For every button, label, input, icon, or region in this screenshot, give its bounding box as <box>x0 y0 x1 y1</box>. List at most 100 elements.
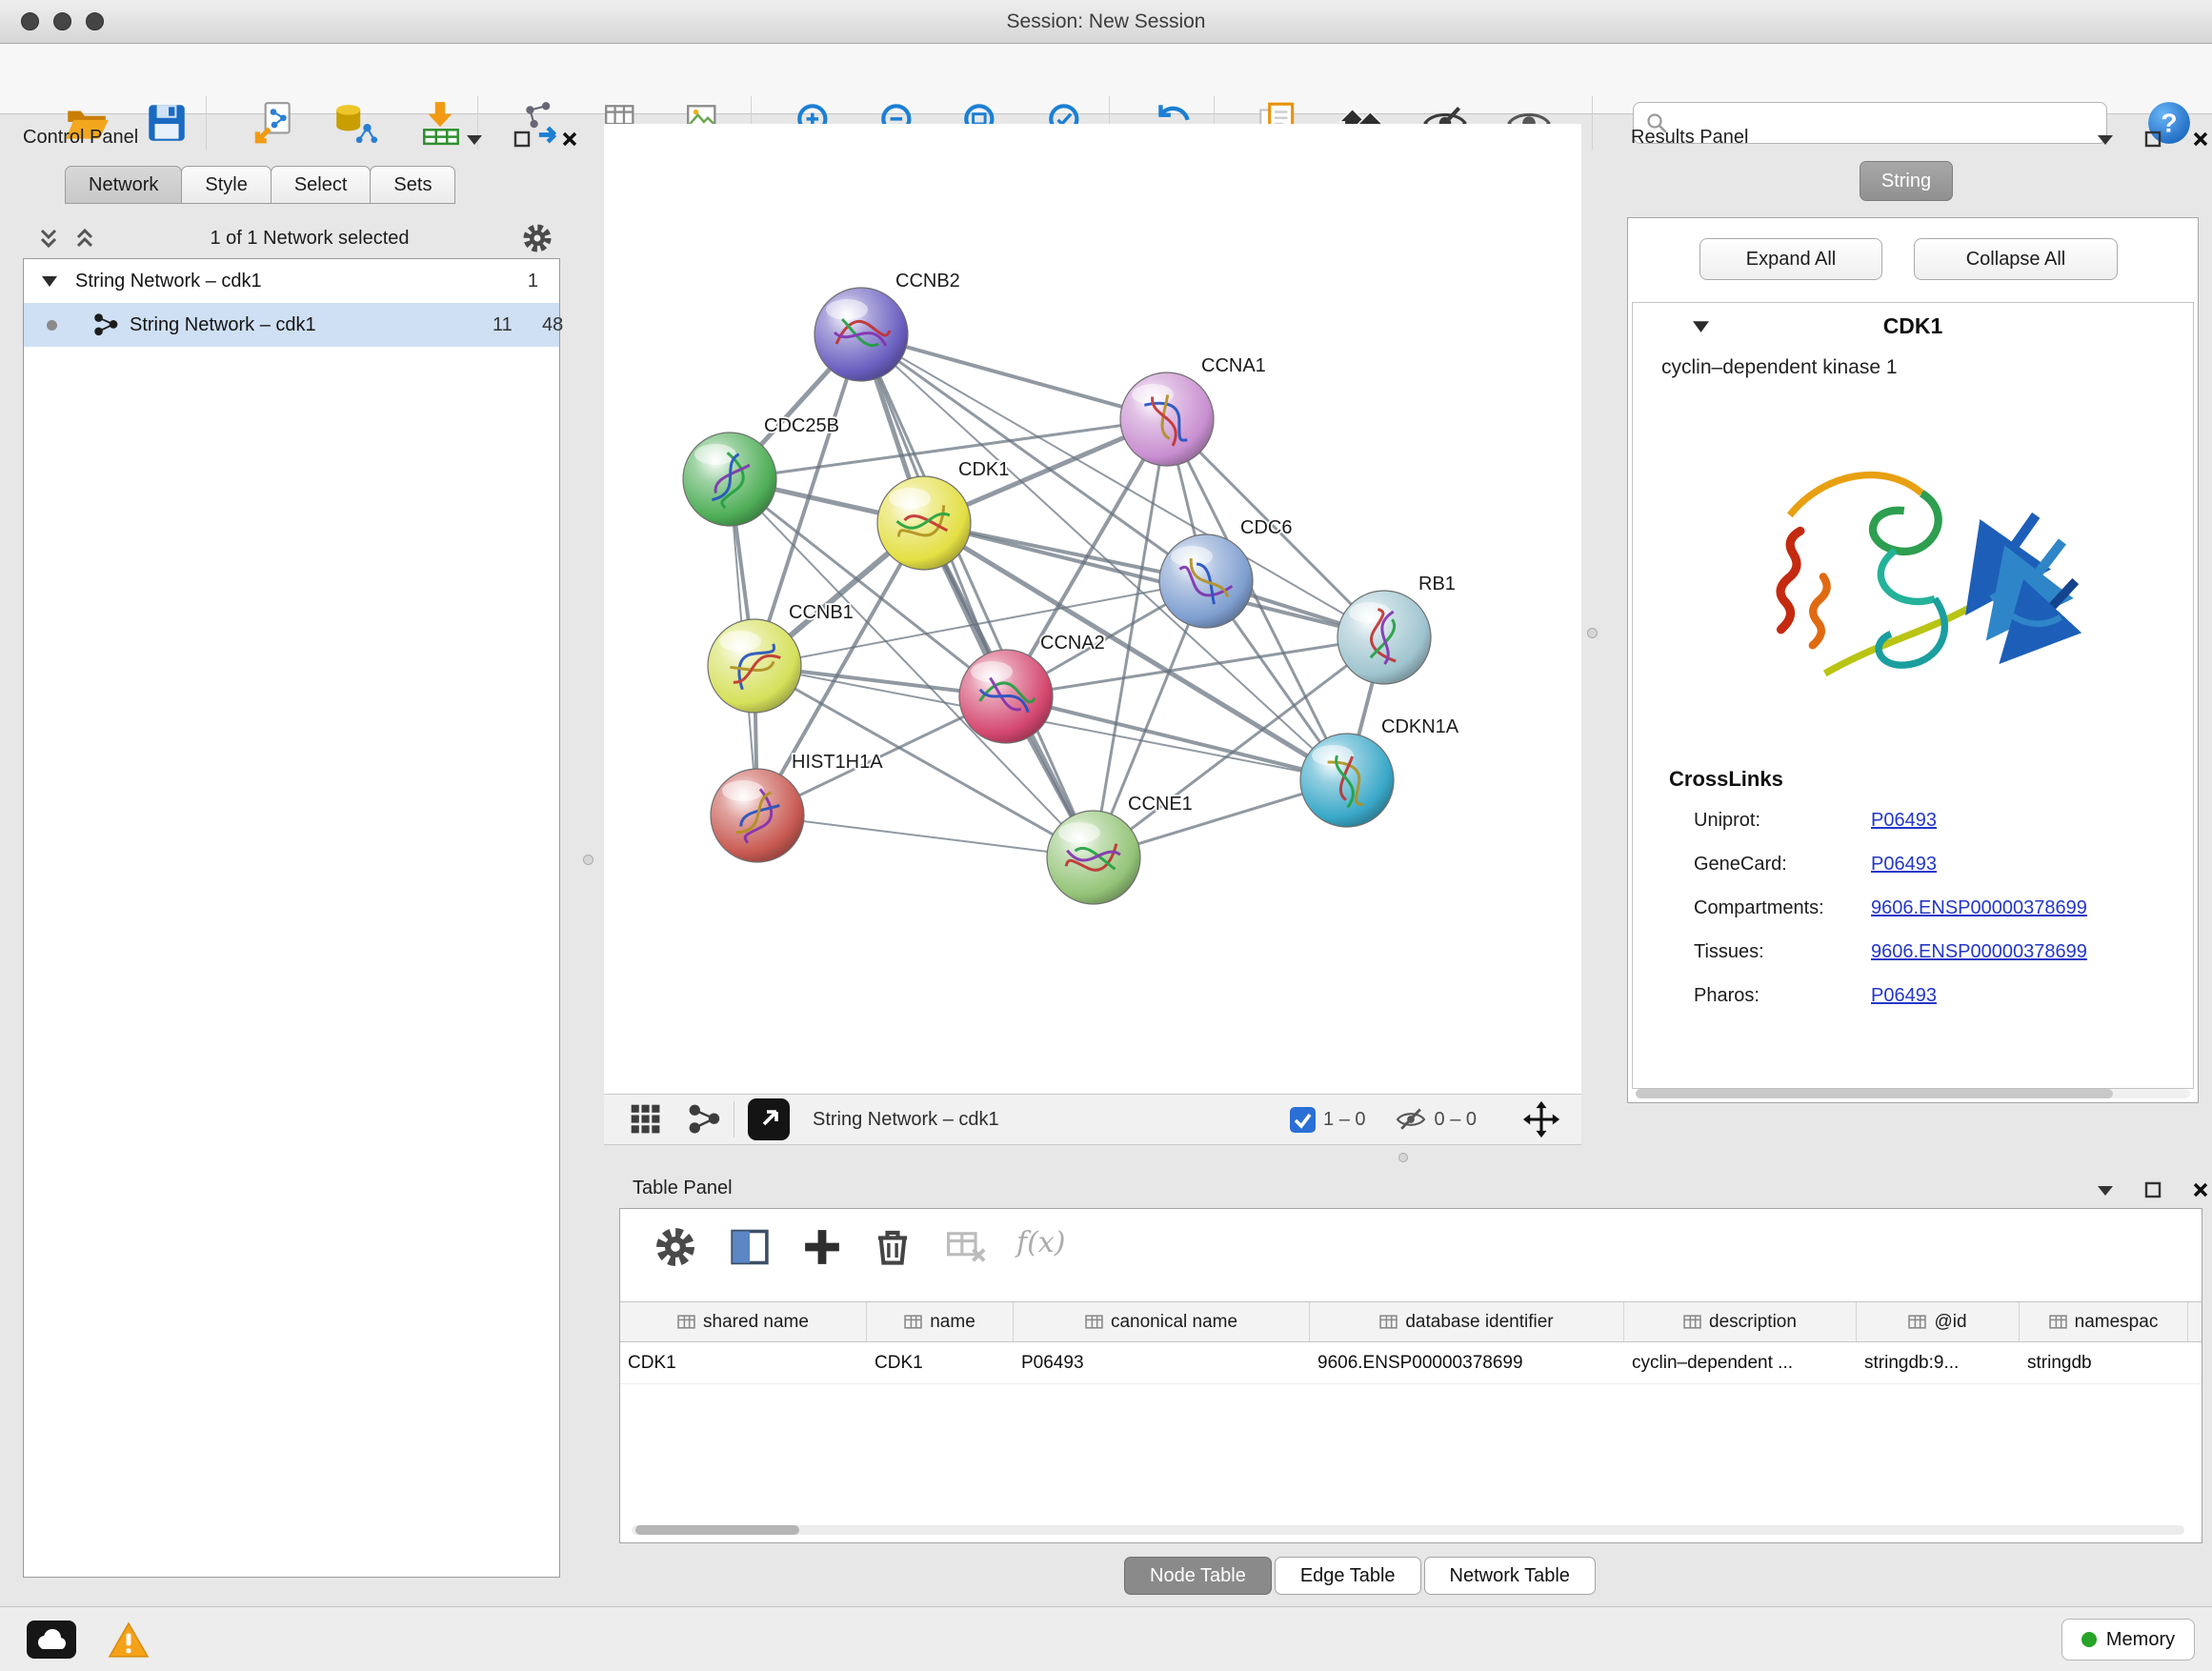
gear-icon[interactable] <box>522 223 553 253</box>
import-network-file-icon[interactable] <box>250 99 297 147</box>
table-cell[interactable]: cyclin–dependent ... <box>1624 1343 1857 1383</box>
results-hscrollbar[interactable] <box>1636 1089 2190 1098</box>
table-cell[interactable]: CDK1 <box>867 1343 1014 1383</box>
node-label: CDKN1A <box>1381 716 1459 737</box>
table-cell[interactable]: stringdb <box>2020 1343 2188 1383</box>
table-gear-icon[interactable] <box>654 1218 696 1276</box>
tab-select[interactable]: Select <box>271 166 372 204</box>
float-panel-icon[interactable] <box>2096 131 2115 147</box>
section-collapse-icon[interactable] <box>1692 319 1710 333</box>
show-columns-icon[interactable] <box>729 1218 771 1276</box>
table-hscrollbar[interactable] <box>632 1525 2184 1535</box>
control-panel-title: Control Panel <box>23 127 138 149</box>
table-cell[interactable]: 9606.ENSP00000378699 <box>1310 1343 1624 1383</box>
import-network-database-icon[interactable] <box>332 99 379 147</box>
table-row[interactable]: CDK1CDK1P064939606.ENSP00000378699cyclin… <box>620 1343 2202 1384</box>
crosslinks-list: Uniprot:P06493GeneCard:P06493Compartment… <box>1633 798 2193 1017</box>
column-header-name[interactable]: name <box>867 1302 1014 1341</box>
close-window-button[interactable] <box>21 12 39 30</box>
collapse-all-icon[interactable] <box>36 224 61 252</box>
tab-network[interactable]: Network <box>65 166 182 204</box>
column-header-namespac[interactable]: namespac <box>2020 1302 2188 1341</box>
network-collection-row[interactable]: String Network – cdk1 1 <box>24 259 559 303</box>
memory-status-dot <box>2081 1632 2097 1647</box>
import-table-icon[interactable] <box>417 99 465 147</box>
delete-column-trash-icon[interactable] <box>872 1218 914 1276</box>
grid-view-icon[interactable] <box>629 1102 663 1137</box>
right-splitter-handle[interactable] <box>1587 628 1598 638</box>
tab-sets[interactable]: Sets <box>370 166 455 204</box>
crosslinks-heading: CrossLinks <box>1633 760 2193 798</box>
create-column-plus-icon[interactable] <box>801 1218 843 1276</box>
network-node-CCNA1[interactable]: CCNA1 <box>1120 355 1266 466</box>
tab-network-table[interactable]: Network Table <box>1424 1557 1596 1595</box>
node-label: CCNB2 <box>895 271 960 292</box>
hidden-eye-slash-icon[interactable] <box>1395 1106 1427 1133</box>
column-header-database-identifier[interactable]: database identifier <box>1310 1302 1624 1341</box>
collection-expander-icon[interactable] <box>41 274 58 288</box>
warning-icon[interactable] <box>107 1621 151 1660</box>
node-label: CDC6 <box>1240 517 1292 538</box>
tab-node-table[interactable]: Node Table <box>1124 1557 1272 1595</box>
network-selection-summary: 1 of 1 Network selected <box>97 228 522 250</box>
table-panel-title: Table Panel <box>633 1178 733 1199</box>
tab-edge-table[interactable]: Edge Table <box>1275 1557 1421 1595</box>
save-session-icon[interactable] <box>143 99 191 147</box>
crosslink-value-link[interactable]: P06493 <box>1871 985 1937 1007</box>
node-label: CCNE1 <box>1128 794 1193 815</box>
crosslink-value-link[interactable]: P06493 <box>1871 810 1937 832</box>
float-panel-icon[interactable] <box>2096 1182 2115 1198</box>
collapse-all-button[interactable]: Collapse All <box>1914 238 2118 280</box>
column-header--id[interactable]: @id <box>1857 1302 2020 1341</box>
float-panel-icon[interactable] <box>465 131 484 147</box>
string-network-graph[interactable]: CCNB2CCNA1CDC25BCDK1CDC6RB1CCNB1CCNA2CDK… <box>604 124 1581 1094</box>
column-header-shared-name[interactable]: shared name <box>620 1302 867 1341</box>
move-crosshair-icon[interactable] <box>1522 1100 1560 1138</box>
crosslink-value-link[interactable]: 9606.ENSP00000378699 <box>1871 941 2087 963</box>
network-selection-bar: 1 of 1 Network selected <box>23 219 560 257</box>
network-canvas[interactable]: CCNB2CCNA1CDC25BCDK1CDC6RB1CCNB1CCNA2CDK… <box>604 124 1581 1094</box>
network-node-RB1[interactable]: RB1 <box>1337 574 1456 684</box>
network-row[interactable]: String Network – cdk1 11 48 <box>24 303 559 347</box>
expand-all-icon[interactable] <box>72 224 97 252</box>
control-panel-window-buttons <box>465 130 579 149</box>
maximize-panel-icon[interactable] <box>2143 130 2162 149</box>
network-node-CCNB1[interactable]: CCNB1 <box>708 602 854 713</box>
zoom-window-button[interactable] <box>86 12 104 30</box>
table-cell[interactable]: P06493 <box>1014 1343 1310 1383</box>
maximize-panel-icon[interactable] <box>2143 1180 2162 1199</box>
status-bar: Memory <box>0 1606 2212 1671</box>
crosslink-value-link[interactable]: P06493 <box>1871 854 1937 876</box>
table-cell[interactable]: stringdb:9... <box>1857 1343 2020 1383</box>
protein-section-header[interactable]: CDK1 <box>1633 303 2193 349</box>
table-cell[interactable]: CDK1 <box>620 1343 867 1383</box>
network-node-CDK1[interactable]: CDK1 <box>877 459 1009 570</box>
close-panel-icon[interactable] <box>2191 1180 2210 1199</box>
crosslink-label: Compartments: <box>1694 897 1871 919</box>
open-view-in-window-icon[interactable] <box>748 1098 790 1140</box>
expand-all-button[interactable]: Expand All <box>1699 238 1882 280</box>
maximize-panel-icon[interactable] <box>513 130 532 149</box>
memory-button[interactable]: Memory <box>2061 1619 2195 1661</box>
column-type-icon <box>677 1315 695 1329</box>
left-splitter-handle[interactable] <box>583 855 593 865</box>
network-birdseye-icon[interactable] <box>688 1103 720 1136</box>
node-label: CDK1 <box>958 459 1009 480</box>
network-node-CCNB2[interactable]: CCNB2 <box>814 271 960 381</box>
hidden-count: 0 – 0 <box>1435 1109 1477 1131</box>
cloud-button[interactable] <box>27 1621 76 1659</box>
column-header-canonical-name[interactable]: canonical name <box>1014 1302 1310 1341</box>
selected-count: 1 – 0 <box>1323 1109 1365 1131</box>
close-panel-icon[interactable] <box>560 130 579 149</box>
tab-string[interactable]: String <box>1860 161 1953 201</box>
close-panel-icon[interactable] <box>2191 130 2210 149</box>
tab-style[interactable]: Style <box>181 166 271 204</box>
crosslink-value-link[interactable]: 9606.ENSP00000378699 <box>1871 897 2087 919</box>
minimize-window-button[interactable] <box>53 12 71 30</box>
column-header-description[interactable]: description <box>1624 1302 1857 1341</box>
selected-checkbox-icon[interactable] <box>1290 1107 1316 1133</box>
network-node-HIST1H1A[interactable]: HIST1H1A <box>711 752 883 862</box>
application-window: Session: New Session ? Control Panel <box>0 0 2212 1671</box>
bottom-splitter-handle[interactable] <box>1398 1153 1408 1162</box>
protein-description: cyclin–dependent kinase 1 <box>1633 349 2193 387</box>
